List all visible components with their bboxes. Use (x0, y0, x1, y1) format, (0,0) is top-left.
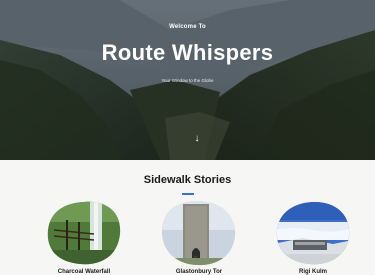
mountain-summit-image (276, 202, 350, 265)
hero-title: Route Whispers (101, 40, 274, 65)
hero-subtitle: Your Window to the Globe (161, 78, 214, 83)
card-title[interactable]: Glastonbury Tor (149, 269, 249, 275)
story-card-charcoal-waterfall[interactable]: Charcoal Waterfall (44, 200, 124, 275)
waterfall-image (47, 201, 121, 265)
arrow-down-icon[interactable]: ↓ (191, 133, 203, 145)
card-title[interactable]: Charcoal Waterfall (34, 269, 134, 275)
story-card-rigi-kulm[interactable]: Rigi Kulm (273, 200, 353, 275)
card-title[interactable]: Rigi Kulm (263, 269, 363, 275)
hero-pretitle: Welcome To (169, 24, 206, 30)
section-title: Sidewalk Stories (143, 174, 232, 186)
hero-banner: Welcome To Route Whispers Your Window to… (0, 0, 375, 160)
stone-tower-image (161, 200, 236, 266)
story-card-glastonbury-tor[interactable]: Glastonbury Tor (159, 200, 239, 275)
section-divider (182, 193, 194, 195)
